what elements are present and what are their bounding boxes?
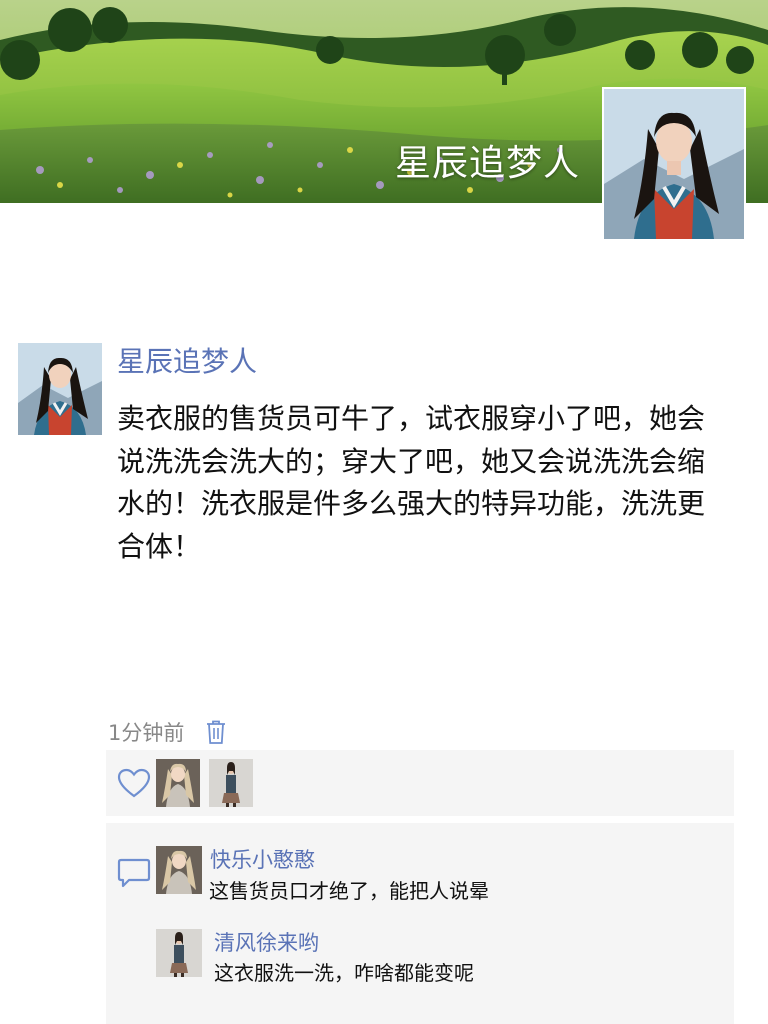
commenter-name[interactable]: 快乐小憨憨 — [210, 844, 315, 874]
trash-icon[interactable] — [206, 719, 226, 745]
post-meta: 1分钟前 — [108, 716, 226, 748]
woman-in-hanbok-portrait — [604, 89, 744, 239]
woman-silver-dress-portrait — [156, 846, 202, 894]
post-text: 卖衣服的售货员可牛了，试衣服穿小了吧，她会说洗洗会洗大的；穿大了吧，她又会说洗洗… — [117, 402, 706, 563]
woman-in-hanbok-portrait — [18, 343, 102, 435]
post-author-name[interactable]: 星辰追梦人 — [117, 340, 257, 380]
likes-panel — [106, 750, 734, 816]
comment-icon[interactable] — [114, 853, 154, 893]
commenter-avatar[interactable] — [156, 929, 202, 977]
like-user-avatar[interactable] — [156, 759, 200, 807]
heart-icon[interactable] — [114, 763, 154, 803]
woman-standing-portrait — [156, 929, 202, 977]
woman-silver-dress-portrait — [156, 759, 200, 807]
cover-username: 星辰追梦人 — [394, 143, 580, 184]
post-timestamp: 1分钟前 — [108, 721, 185, 745]
comment-text: 这售货员口才绝了，能把人说晕 — [209, 879, 489, 903]
profile-avatar[interactable] — [602, 87, 746, 241]
comment-text: 这衣服洗一洗，咋啥都能变呢 — [214, 961, 474, 985]
comments-panel: 快乐小憨憨 这售货员口才绝了，能把人说晕 清风徐来哟 这衣服洗一洗，咋啥都能变呢 — [106, 823, 734, 1024]
like-user-avatar[interactable] — [209, 759, 253, 807]
commenter-avatar[interactable] — [156, 846, 202, 894]
woman-standing-portrait — [209, 759, 253, 807]
commenter-name[interactable]: 清风徐来哟 — [214, 927, 319, 957]
post-author-avatar[interactable] — [18, 343, 102, 435]
